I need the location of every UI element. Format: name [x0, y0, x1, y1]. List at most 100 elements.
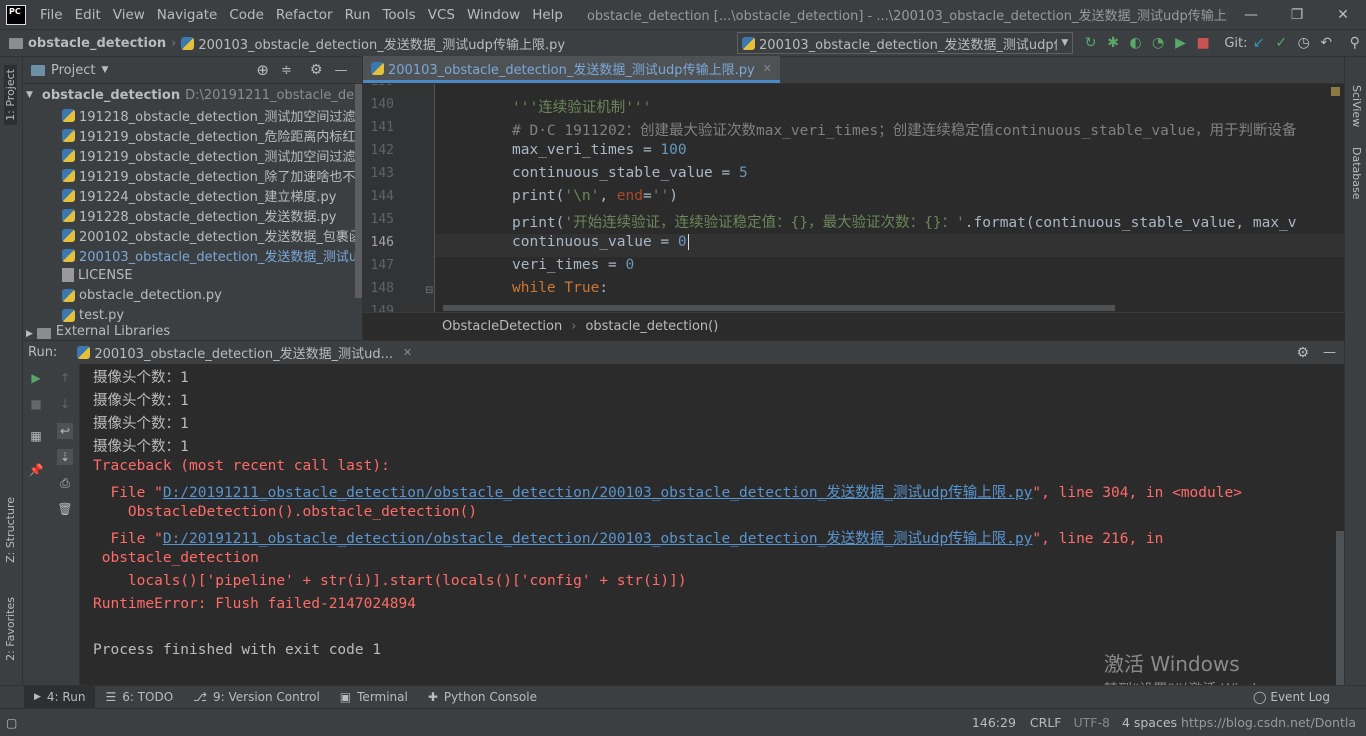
console-scrollbar[interactable]	[1336, 531, 1344, 685]
menu-vcs[interactable]: VCS	[422, 7, 461, 23]
coverage-icon[interactable]: ◐	[1124, 31, 1147, 55]
library-icon	[36, 328, 51, 339]
layout-icon[interactable]: ▦	[28, 428, 44, 444]
python-console-tool-tab[interactable]: ✚ Python Console	[418, 686, 547, 709]
todo-tool-tab[interactable]: ☰ 6: TODO	[95, 686, 183, 709]
code-view[interactable]: '''连续验证机制''' # D·C 1911202：创建最大验证次数max_v…	[435, 84, 1345, 312]
print-icon[interactable]: ⎙	[57, 475, 73, 491]
tree-file-row[interactable]: 191219_obstacle_detection_测试加空间过滤器和jit加	[23, 145, 362, 165]
minimize-button[interactable]: —	[1228, 0, 1274, 29]
rerun-icon[interactable]: ↻	[1079, 31, 1102, 55]
git-commit-icon[interactable]: ✓	[1270, 31, 1293, 55]
locate-icon[interactable]: ⊕	[256, 61, 269, 79]
rollback-icon[interactable]: ↶	[1315, 31, 1338, 55]
breadcrumb-method[interactable]: obstacle_detection()	[585, 319, 718, 334]
sciview-tool-tab[interactable]: SciView	[1350, 85, 1363, 127]
tree-file-row[interactable]: test.py	[23, 305, 362, 325]
editor-horizontal-scrollbar[interactable]	[443, 305, 1115, 311]
run-console[interactable]: 摄像头个数：1 摄像头个数：1 摄像头个数：1 摄像头个数：1 Tracebac…	[80, 364, 1344, 685]
version-control-tool-tab[interactable]: ⎇ 9: Version Control	[183, 686, 330, 709]
tree-file-row[interactable]: 191219_obstacle_detection_危险距离内标红_距离外	[23, 125, 362, 145]
run-panel-label: Run:	[28, 345, 58, 360]
hide-panel-icon[interactable]: —	[334, 63, 347, 78]
chevron-down-icon[interactable]: ▼	[26, 90, 33, 100]
project-scrollbar-thumb[interactable]	[355, 84, 362, 298]
soft-wrap-icon[interactable]: ↩	[57, 423, 73, 439]
git-update-icon[interactable]: ↙	[1247, 31, 1270, 55]
nav-project-name: obstacle_detection	[28, 35, 167, 51]
menu-file[interactable]: File	[34, 7, 69, 23]
profile-icon[interactable]: ◔	[1147, 31, 1170, 55]
restore-button[interactable]: ❐	[1274, 0, 1320, 29]
favorites-tool-tab[interactable]: 2: Favorites	[4, 597, 17, 661]
up-arrow-icon[interactable]: ↑	[57, 370, 73, 386]
editor-tab-active[interactable]: 200103_obstacle_detection_发送数据_测试udp传输上限…	[363, 56, 780, 83]
menu-view[interactable]: View	[107, 7, 151, 23]
tree-file-row[interactable]: 191224_obstacle_detection_建立梯度.py	[23, 185, 362, 205]
tree-root-row[interactable]: ▼ obstacle_detection D:\20191211_obstacl…	[23, 85, 362, 105]
trash-icon[interactable]: 🗑	[57, 501, 73, 517]
stop-icon[interactable]: ■	[28, 396, 44, 412]
terminal-tool-tab[interactable]: ▣ Terminal	[330, 686, 418, 709]
scroll-to-end-icon[interactable]: ⇣	[57, 449, 73, 465]
menu-navigate[interactable]: Navigate	[151, 7, 224, 23]
tree-external-libraries-row[interactable]: ▶ External Libraries	[23, 325, 362, 339]
search-everywhere-icon[interactable]: ⚲	[1343, 31, 1366, 55]
menu-refactor[interactable]: Refactor	[270, 7, 339, 23]
collapse-all-icon[interactable]: ≑	[281, 63, 292, 78]
history-icon[interactable]: ◷	[1292, 31, 1315, 55]
structure-tool-tab[interactable]: Z: Structure	[4, 497, 17, 563]
pycharm-logo-icon[interactable]: PC	[6, 4, 26, 25]
code-token: .format(continuous_stable_value, max_v	[964, 215, 1297, 231]
line-separator[interactable]: CRLF	[1030, 715, 1062, 730]
rerun-icon[interactable]: ▶	[28, 370, 44, 386]
run-tool-tab[interactable]: ▶ 4: Run	[24, 685, 96, 709]
menu-run[interactable]: Run	[339, 7, 377, 23]
tree-file-row-selected[interactable]: 200103_obstacle_detection_发送数据_测试udp传输	[23, 245, 362, 265]
close-tab-icon[interactable]: ✕	[403, 346, 412, 359]
inspection-marker-icon[interactable]	[1331, 87, 1340, 96]
chevron-right-icon[interactable]: ▶	[26, 329, 33, 339]
breadcrumb-class[interactable]: ObstacleDetection	[442, 319, 562, 334]
tree-file-row[interactable]: 200102_obstacle_detection_发送数据_包裹函数.py	[23, 225, 362, 245]
source-file-link[interactable]: D:/20191211_obstacle_detection/obstacle_…	[163, 485, 1033, 501]
console-error-line: File "D:/20191211_obstacle_detection/obs…	[93, 481, 1241, 502]
indent-setting[interactable]: 4 spaces	[1122, 715, 1177, 730]
nav-project-crumb[interactable]: obstacle_detection	[0, 36, 166, 51]
run-config-select[interactable]: 200103_obstacle_detection_发送数据_测试udp传输上限…	[737, 32, 1074, 54]
chevron-down-icon[interactable]: ▼	[101, 65, 108, 75]
status-layout-icon[interactable]: ▢	[6, 716, 17, 730]
close-tab-icon[interactable]: ✕	[763, 62, 772, 75]
menu-tools[interactable]: Tools	[376, 7, 421, 23]
project-tool-tab[interactable]: 1: Project	[4, 65, 17, 125]
gear-icon[interactable]: ⚙	[1296, 345, 1309, 361]
tree-file-row[interactable]: LICENSE	[23, 265, 362, 285]
run-tab-label[interactable]: 200103_obstacle_detection_发送数据_测试ud...	[94, 343, 393, 362]
gear-icon[interactable]: ⚙	[310, 62, 323, 78]
event-log-tool-tab[interactable]: ◯ Event Log	[1243, 686, 1340, 709]
tree-file-row[interactable]: obstacle_detection.py	[23, 285, 362, 305]
project-panel-title[interactable]: Project	[51, 63, 95, 78]
hide-panel-icon[interactable]: —	[1323, 345, 1336, 360]
nav-file-crumb[interactable]: 200103_obstacle_detection_发送数据_测试udp传输上限…	[181, 34, 565, 53]
caret-position[interactable]: 146:29	[972, 715, 1016, 730]
menu-code[interactable]: Code	[223, 7, 270, 23]
down-arrow-icon[interactable]: ↓	[57, 396, 73, 412]
tree-file-row[interactable]: 191228_obstacle_detection_发送数据.py	[23, 205, 362, 225]
project-scrollbar[interactable]	[355, 84, 362, 340]
close-window-button[interactable]: ✕	[1320, 0, 1366, 29]
tree-file-row[interactable]: 191218_obstacle_detection_测试加空间过滤器和jit加	[23, 105, 362, 125]
tree-file-row[interactable]: 191219_obstacle_detection_除了加速啥也不加.py	[23, 165, 362, 185]
source-file-link[interactable]: D:/20191211_obstacle_detection/obstacle_…	[163, 531, 1033, 547]
menu-window[interactable]: Window	[461, 7, 526, 23]
menu-help[interactable]: Help	[526, 7, 569, 23]
stop-icon[interactable]: ■	[1192, 31, 1215, 55]
database-tool-tab[interactable]: Database	[1350, 147, 1363, 200]
file-encoding[interactable]: UTF-8	[1073, 715, 1109, 730]
run-concurrency-icon[interactable]: ▶	[1169, 31, 1192, 55]
fold-marker-icon[interactable]: ⊟	[425, 285, 433, 296]
pin-icon[interactable]: 📌	[28, 462, 44, 478]
debug-icon[interactable]: ✱	[1102, 31, 1125, 55]
console-error-line: locals()['pipeline' + str(i)].start(loca…	[93, 573, 687, 589]
menu-edit[interactable]: Edit	[69, 7, 107, 23]
